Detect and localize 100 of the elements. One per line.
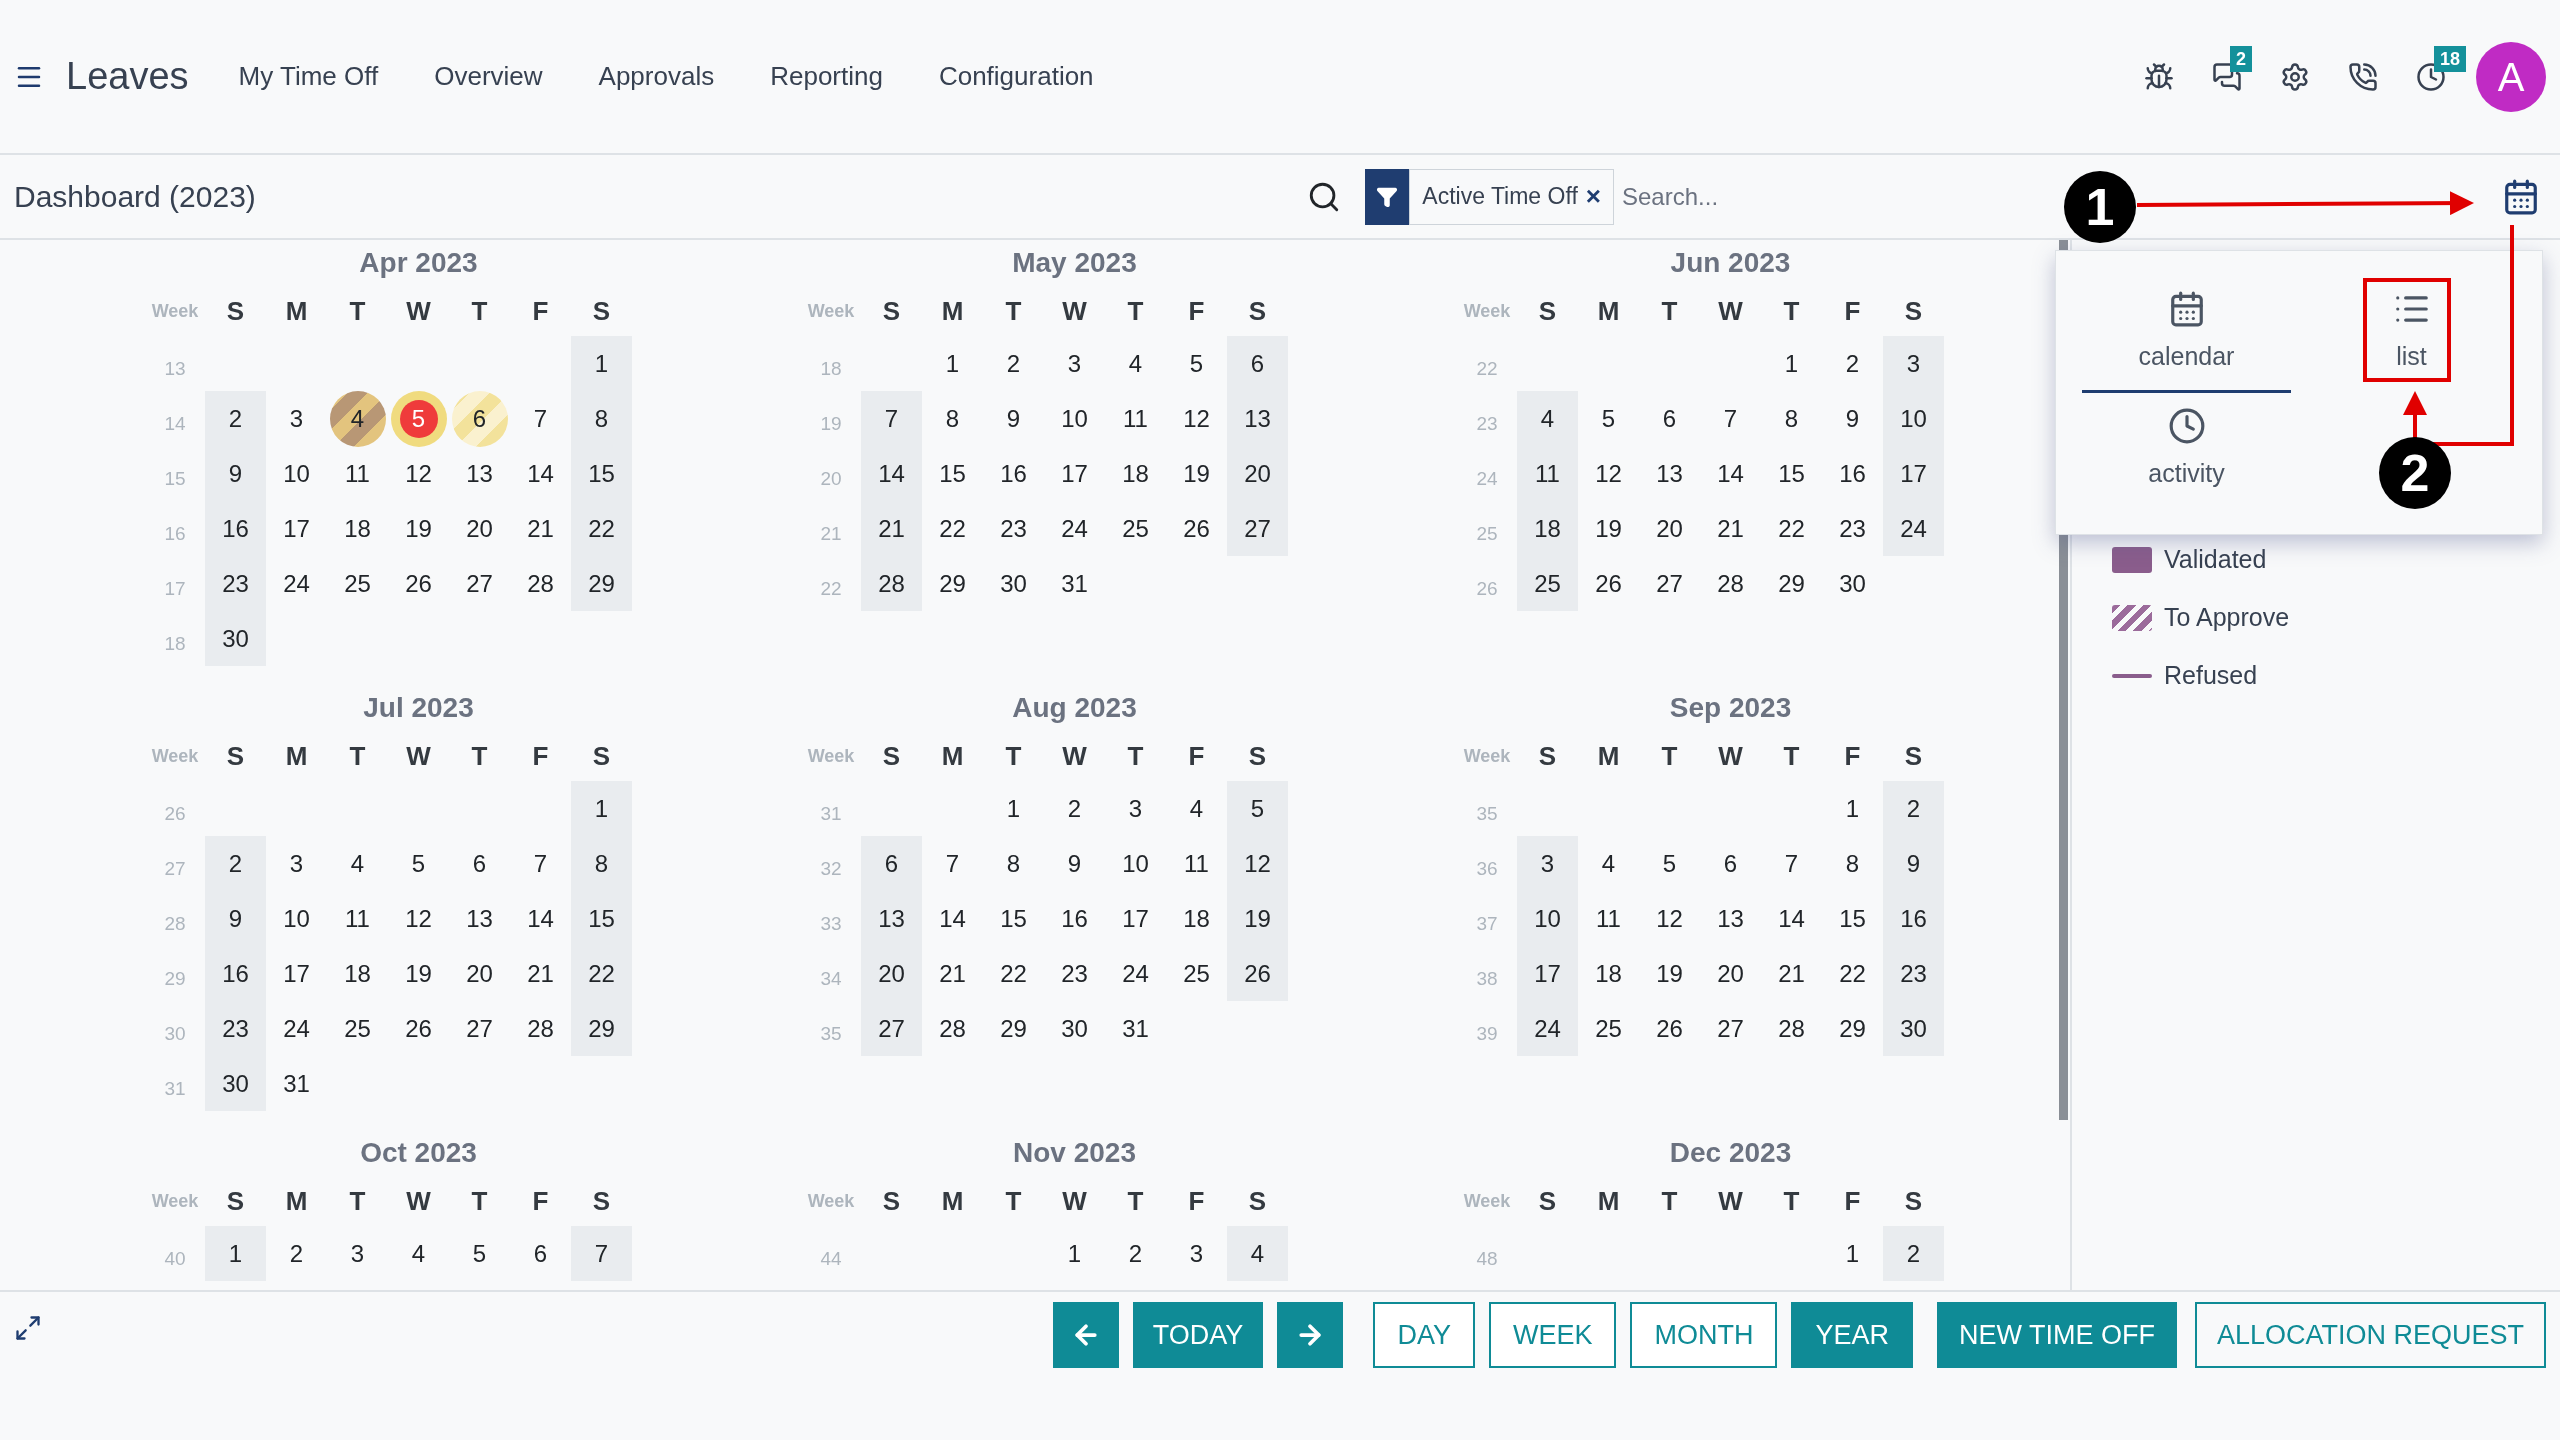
- day-number[interactable]: 3: [1189, 1235, 1204, 1272]
- day-number[interactable]: 20: [466, 955, 493, 992]
- day-number[interactable]: 10: [283, 455, 310, 492]
- day-number[interactable]: 8: [1006, 845, 1021, 882]
- nav-menu-item[interactable]: Approvals: [574, 57, 739, 96]
- day-number[interactable]: 30: [1000, 565, 1027, 602]
- day-number[interactable]: 29: [1839, 1010, 1866, 1047]
- day-number[interactable]: 10: [1061, 400, 1088, 437]
- day-number[interactable]: 3: [1906, 345, 1921, 382]
- day-number[interactable]: 6: [472, 845, 487, 882]
- day-number[interactable]: 31: [1061, 565, 1088, 602]
- day-number[interactable]: 11: [345, 900, 370, 937]
- day-number[interactable]: 7: [594, 1235, 609, 1272]
- day-number[interactable]: 27: [1717, 1010, 1744, 1047]
- day-number[interactable]: 25: [1183, 955, 1210, 992]
- day-number[interactable]: 7: [945, 845, 960, 882]
- day-number[interactable]: 12: [405, 900, 432, 937]
- next-button[interactable]: [1277, 1302, 1344, 1368]
- day-number[interactable]: 7: [533, 400, 548, 437]
- day-number[interactable]: 3: [350, 1235, 365, 1272]
- day-number[interactable]: 1: [1784, 345, 1799, 382]
- app-title[interactable]: Leaves: [66, 48, 189, 105]
- day-number[interactable]: 19: [1595, 510, 1622, 547]
- day-number[interactable]: 19: [405, 510, 432, 547]
- day-number[interactable]: 28: [1717, 565, 1744, 602]
- day-number[interactable]: 8: [1845, 845, 1860, 882]
- day-number[interactable]: 18: [1183, 900, 1210, 937]
- new-time-off-button[interactable]: NEW TIME OFF: [1936, 1302, 2177, 1368]
- day-number[interactable]: 24: [283, 1010, 310, 1047]
- day-number[interactable]: 28: [527, 565, 554, 602]
- day-number[interactable]: 26: [405, 1010, 432, 1047]
- day-number[interactable]: 7: [533, 845, 548, 882]
- day-number[interactable]: 31: [283, 1065, 310, 1102]
- day-number[interactable]: 12: [1183, 400, 1210, 437]
- day-number[interactable]: 15: [1778, 455, 1805, 492]
- day-number[interactable]: 9: [228, 900, 243, 937]
- day-number[interactable]: 19: [405, 955, 432, 992]
- day-number[interactable]: 7: [1723, 400, 1738, 437]
- day-number[interactable]: 27: [1656, 565, 1683, 602]
- day-number[interactable]: 1: [228, 1235, 243, 1272]
- day-number[interactable]: 22: [1778, 510, 1805, 547]
- day-number[interactable]: 31: [1122, 1010, 1149, 1047]
- calendar-icon[interactable]: [2502, 177, 2540, 216]
- filter-button[interactable]: [1365, 168, 1410, 225]
- day-number[interactable]: 11: [345, 455, 370, 492]
- day-number[interactable]: 28: [527, 1010, 554, 1047]
- day-number[interactable]: 20: [466, 510, 493, 547]
- day-number[interactable]: 8: [1784, 400, 1799, 437]
- day-number[interactable]: 21: [1778, 955, 1805, 992]
- day-number[interactable]: 30: [1839, 565, 1866, 602]
- search-field[interactable]: Search...: [1622, 168, 1922, 225]
- day-number[interactable]: 15: [1000, 900, 1027, 937]
- day-number[interactable]: 21: [1717, 510, 1744, 547]
- day-number[interactable]: 26: [1183, 510, 1210, 547]
- expand-icon[interactable]: [14, 1314, 42, 1342]
- day-number[interactable]: 5: [1662, 845, 1677, 882]
- day-number[interactable]: 2: [1906, 790, 1921, 827]
- day-number[interactable]: 22: [1000, 955, 1027, 992]
- day-number[interactable]: 6: [533, 1235, 548, 1272]
- view-option[interactable]: calendar: [2082, 275, 2291, 393]
- day-number[interactable]: 16: [1061, 900, 1088, 937]
- day-number[interactable]: 2: [1845, 345, 1860, 382]
- facet-remove-button[interactable]: ×: [1585, 177, 1601, 216]
- day-number[interactable]: 12: [1595, 455, 1622, 492]
- day-number[interactable]: 24: [1122, 955, 1149, 992]
- day-number[interactable]: 23: [1839, 510, 1866, 547]
- day-number[interactable]: 1: [1006, 790, 1021, 827]
- day-number[interactable]: 17: [283, 510, 310, 547]
- day-number[interactable]: 18: [1595, 955, 1622, 992]
- day-number[interactable]: 4: [1250, 1235, 1265, 1272]
- day-number[interactable]: 23: [1061, 955, 1088, 992]
- view-option[interactable]: list: [2307, 275, 2516, 393]
- day-number[interactable]: 13: [1717, 900, 1744, 937]
- day-number[interactable]: 4: [1540, 400, 1555, 437]
- day-number[interactable]: 17: [1122, 900, 1149, 937]
- day-number[interactable]: 22: [1839, 955, 1866, 992]
- day-number[interactable]: 13: [1656, 455, 1683, 492]
- phone-icon[interactable]: [2348, 61, 2378, 92]
- day-number[interactable]: 25: [344, 1010, 371, 1047]
- day-number[interactable]: 5: [411, 845, 426, 882]
- day-number[interactable]: 2: [1128, 1235, 1143, 1272]
- day-number[interactable]: 25: [1595, 1010, 1622, 1047]
- day-number[interactable]: 24: [283, 565, 310, 602]
- day-number[interactable]: 7: [1784, 845, 1799, 882]
- day-number[interactable]: 11: [1596, 900, 1621, 937]
- day-number[interactable]: 8: [594, 845, 609, 882]
- day-number[interactable]: 1: [1067, 1235, 1082, 1272]
- day-number[interactable]: 5: [1189, 345, 1204, 382]
- day-number[interactable]: 14: [1717, 455, 1744, 492]
- day-number[interactable]: 19: [1656, 955, 1683, 992]
- day-number[interactable]: 13: [466, 900, 493, 937]
- day-number[interactable]: 15: [939, 455, 966, 492]
- day-number[interactable]: 1: [1845, 790, 1860, 827]
- day-number[interactable]: 27: [466, 1010, 493, 1047]
- day-number[interactable]: 11: [1184, 845, 1209, 882]
- scale-button[interactable]: MONTH: [1630, 1302, 1778, 1368]
- day-number[interactable]: 4: [350, 845, 365, 882]
- day-number[interactable]: 5: [472, 1235, 487, 1272]
- nav-menu-item[interactable]: My Time Off: [214, 57, 403, 96]
- day-number[interactable]: 9: [1845, 400, 1860, 437]
